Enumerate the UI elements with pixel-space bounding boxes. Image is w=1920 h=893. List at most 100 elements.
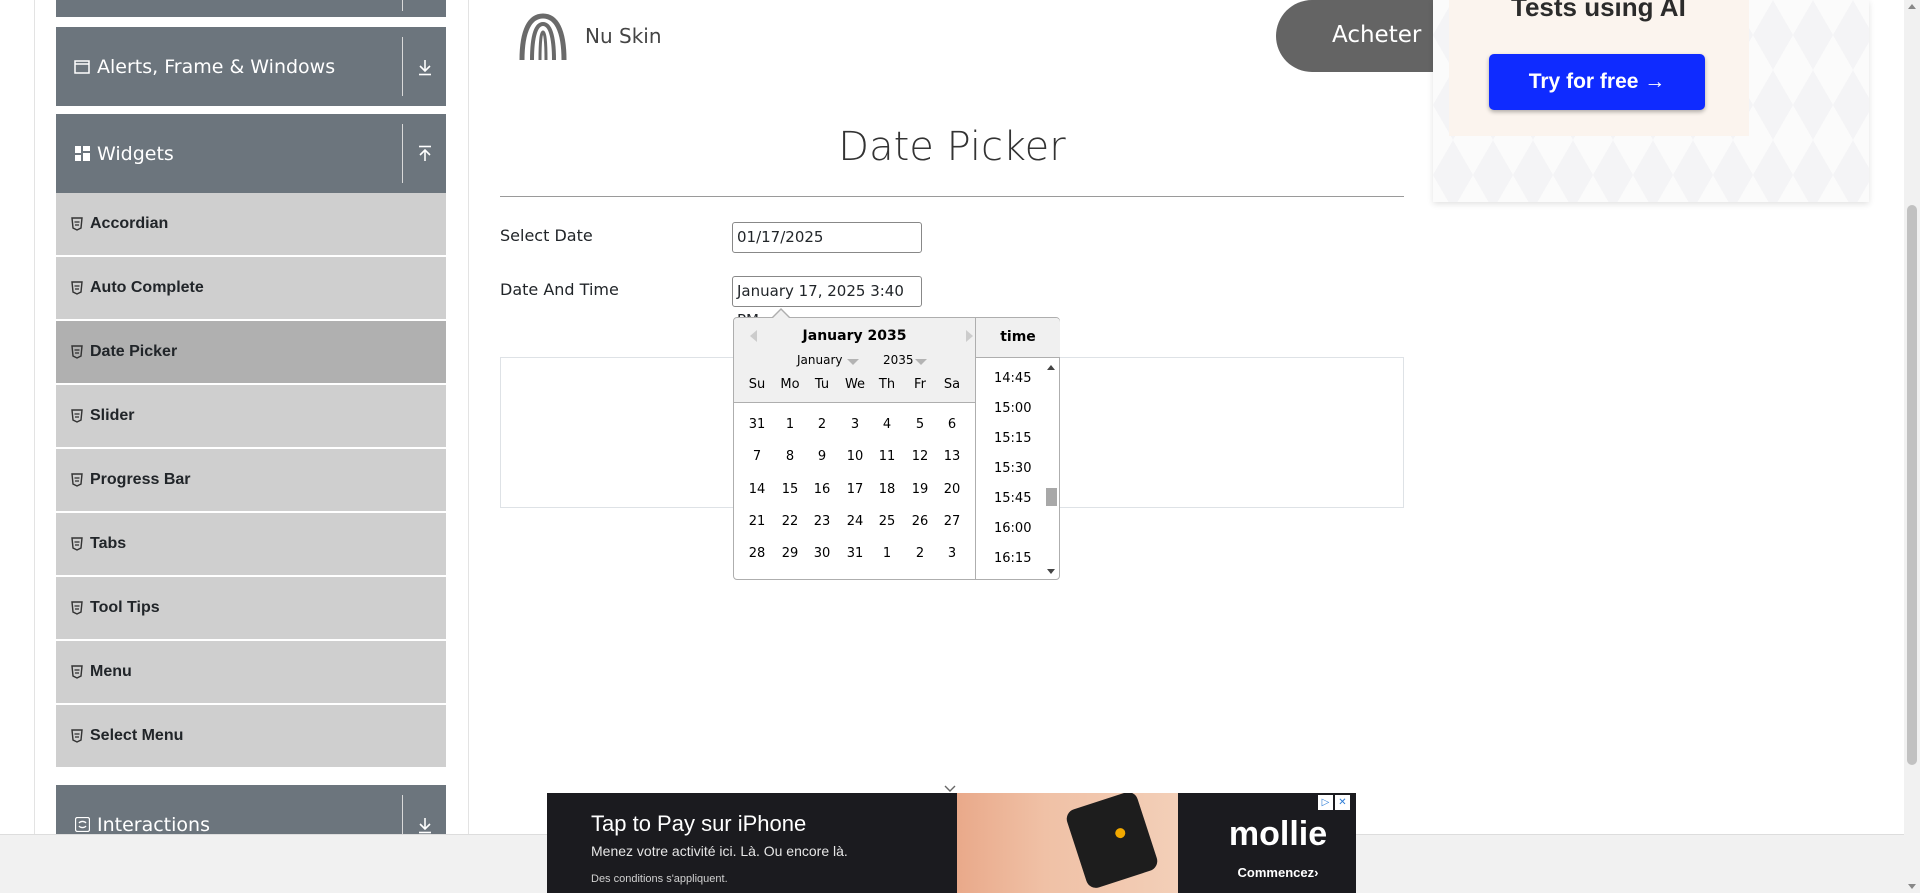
calendar-day[interactable]: 16 [806, 482, 838, 497]
calendar-day[interactable]: 23 [806, 514, 838, 529]
html5-icon [71, 281, 83, 295]
sidebar-group-previous[interactable] [56, 0, 446, 17]
ad-badges: ▷ ✕ [1318, 795, 1350, 810]
calendar-day[interactable]: 21 [741, 514, 773, 529]
calendar-day[interactable]: 4 [871, 417, 903, 432]
scroll-up-icon[interactable] [1908, 4, 1916, 9]
time-option[interactable]: 16:15 [994, 551, 1031, 566]
calendar-day[interactable]: 30 [806, 546, 838, 561]
calendar-day[interactable]: 8 [774, 449, 806, 464]
select-date-input[interactable]: 01/17/2025 [732, 222, 922, 253]
html5-icon [71, 409, 83, 423]
sidebar-divider [468, 0, 469, 835]
time-option[interactable]: 15:45 [994, 491, 1031, 506]
time-option[interactable]: 16:00 [994, 521, 1031, 536]
download-arrow-icon[interactable] [412, 54, 438, 80]
sidebar-item-tabs[interactable]: Tabs [56, 513, 446, 575]
calendar-day[interactable]: 10 [839, 449, 871, 464]
time-option[interactable]: 15:30 [994, 461, 1031, 476]
sidebar-group-widgets[interactable]: Widgets [56, 114, 446, 193]
calendar-day[interactable]: 31 [839, 546, 871, 561]
calendar-day[interactable]: 5 [904, 417, 936, 432]
html5-icon [71, 729, 83, 743]
calendar-day[interactable]: 18 [871, 482, 903, 497]
scroll-down-icon[interactable] [1047, 569, 1055, 574]
calendar-day[interactable]: 25 [871, 514, 903, 529]
chevron-down-icon[interactable] [944, 778, 956, 792]
time-option[interactable]: 15:15 [994, 431, 1031, 446]
ad-cta-link[interactable]: Commencez› [1217, 865, 1339, 880]
sidebar-item-accordian[interactable]: Accordian [56, 193, 446, 255]
ad-footnote: Des conditions s'appliquent. [591, 873, 728, 885]
nu-skin-logo[interactable] [516, 10, 570, 64]
calendar-day[interactable]: 9 [806, 449, 838, 464]
scroll-up-icon[interactable] [1047, 365, 1055, 370]
sidebar-group-label: Widgets [97, 142, 174, 165]
scroll-down-icon[interactable] [1908, 884, 1916, 889]
select-date-label: Select Date [500, 226, 593, 245]
calendar-day[interactable]: 22 [774, 514, 806, 529]
sidebar-group-label: Interactions [97, 813, 210, 836]
download-arrow-icon[interactable] [412, 812, 438, 836]
calendar-day[interactable]: 19 [904, 482, 936, 497]
time-option[interactable]: 15:00 [994, 401, 1031, 416]
calendar-day[interactable]: 7 [741, 449, 773, 464]
calendar-day[interactable]: 1 [774, 417, 806, 432]
calendar-day[interactable]: 26 [904, 514, 936, 529]
adchoices-icon[interactable]: ▷ [1318, 795, 1333, 810]
page-scrollbar[interactable] [1904, 0, 1920, 893]
calendar-day[interactable]: 1 [871, 546, 903, 561]
group-separator [402, 37, 403, 96]
upload-arrow-icon[interactable] [412, 141, 438, 167]
time-option[interactable]: 14:45 [994, 371, 1031, 386]
ad-banner-bottom[interactable]: Tap to Pay sur iPhone Menez votre activi… [547, 793, 1356, 893]
sidebar-item-progress-bar[interactable]: Progress Bar [56, 449, 446, 511]
calendar-day[interactable]: 2 [806, 417, 838, 432]
weekday-label: Sa [943, 377, 961, 392]
sidebar-item-label: Slider [90, 407, 135, 424]
calendar-day[interactable]: 29 [774, 546, 806, 561]
sidebar-item-date-picker[interactable]: Date Picker [56, 321, 446, 383]
calendar-day[interactable]: 13 [936, 449, 968, 464]
sidebar-group-alerts[interactable]: Alerts, Frame & Windows [56, 27, 446, 106]
month-select[interactable]: January [797, 353, 843, 367]
ad-try-free-button[interactable]: Try for free → [1489, 54, 1705, 110]
scrollbar-thumb[interactable] [1907, 205, 1917, 765]
calendar-day[interactable]: 11 [871, 449, 903, 464]
sidebar-item-auto-complete[interactable]: Auto Complete [56, 257, 446, 319]
chevron-down-icon[interactable] [847, 359, 859, 365]
page-title: Date Picker [838, 124, 1066, 170]
calendar-day[interactable]: 17 [839, 482, 871, 497]
sidebar-item-menu[interactable]: Menu [56, 641, 446, 703]
sidebar-item-tool-tips[interactable]: Tool Tips [56, 577, 446, 639]
calendar-day[interactable]: 31 [741, 417, 773, 432]
calendar-day[interactable]: 20 [936, 482, 968, 497]
date-and-time-input[interactable]: January 17, 2025 3:40 PM [732, 276, 922, 329]
time-list: time 14:45 15:00 15:15 15:30 15:45 16:00… [975, 318, 1060, 579]
calendar-day[interactable]: 24 [839, 514, 871, 529]
sidebar-item-slider[interactable]: Slider [56, 385, 446, 447]
scrollbar-thumb[interactable] [1046, 488, 1057, 506]
time-scrollbar[interactable] [1044, 362, 1058, 577]
calendar-day[interactable]: 6 [936, 417, 968, 432]
calendar-day[interactable]: 28 [741, 546, 773, 561]
calendar-day[interactable]: 2 [904, 546, 936, 561]
sidebar-item-select-menu[interactable]: Select Menu [56, 705, 446, 767]
calendar-day[interactable]: 15 [774, 482, 806, 497]
ad-subtitle: Menez votre activité ici. Là. Ou encore … [591, 843, 848, 859]
sidebar-group-interactions[interactable]: Interactions [56, 785, 446, 835]
calendar-day[interactable]: 27 [936, 514, 968, 529]
year-select[interactable]: 2035 [883, 353, 914, 367]
weekday-label: Th [878, 377, 896, 392]
close-icon[interactable]: ✕ [1335, 795, 1350, 810]
calendar-day[interactable]: 3 [936, 546, 968, 561]
calendar-day[interactable]: 3 [839, 417, 871, 432]
calendar-day[interactable]: 14 [741, 482, 773, 497]
sidebar-item-label: Select Menu [90, 727, 184, 744]
chevron-down-icon[interactable] [915, 359, 927, 365]
calendar-day[interactable]: 12 [904, 449, 936, 464]
title-divider [500, 196, 1404, 197]
datepicker-popup: January 2035 January 2035 Su Mo Tu We Th… [733, 317, 1060, 580]
ad-banner-top[interactable]: Tests using AI Try for free → [1433, 0, 1869, 202]
ad-headline: Tests using AI [1511, 0, 1686, 22]
